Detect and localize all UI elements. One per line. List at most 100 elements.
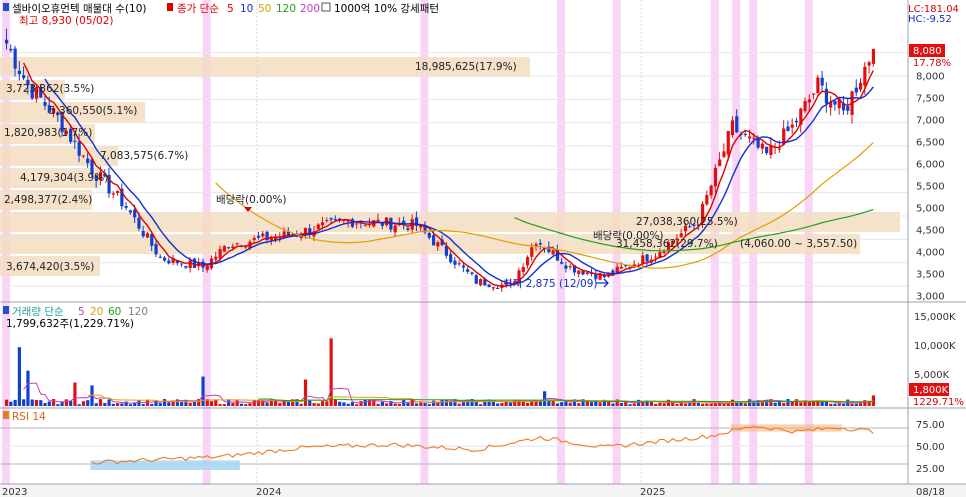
- current-change-label: 17.78%: [913, 58, 951, 69]
- volume-bar: [214, 399, 218, 406]
- candle-body: [436, 242, 440, 247]
- volume-bar: [308, 400, 312, 406]
- volume-bar: [496, 403, 500, 406]
- volume-bar: [248, 403, 252, 406]
- volume-bar: [376, 403, 380, 406]
- candle-body: [496, 287, 500, 289]
- volume-bar: [705, 403, 709, 406]
- candle-body: [859, 82, 863, 90]
- rsi-icon: [3, 411, 9, 419]
- x-label-2024: 2024: [256, 487, 281, 497]
- volume-bar: [709, 403, 713, 406]
- volume-ma-5: 5: [78, 306, 85, 318]
- candle-body: [747, 136, 752, 139]
- candle-body: [427, 232, 431, 238]
- candle-body: [713, 167, 718, 187]
- volume-bar: [619, 402, 624, 406]
- vp-label-1: 18,985,625(17.9%): [415, 61, 517, 73]
- candle-body: [261, 233, 265, 237]
- candle-body: [150, 234, 154, 246]
- volume-bar: [594, 401, 598, 406]
- volume-bar: [589, 402, 594, 406]
- candle-body: [530, 247, 534, 257]
- volume-bar: [51, 399, 56, 406]
- volume-ratio-label: 1229.71%: [913, 397, 964, 408]
- candle-body: [871, 48, 876, 64]
- volume-bar: [560, 402, 564, 406]
- price-tick-3000: 3,000: [916, 291, 945, 302]
- candle-body: [9, 48, 13, 51]
- candle-body: [73, 140, 77, 142]
- volume-bar: [34, 399, 39, 406]
- ma-period-10: 10: [240, 3, 253, 15]
- candle-body: [269, 238, 273, 241]
- volume-bar: [64, 399, 68, 406]
- vp-label-6: 4,179,304(3.9%): [20, 172, 108, 184]
- candle-body: [487, 284, 491, 288]
- volume-bar: [338, 401, 342, 406]
- volume-bar: [508, 402, 513, 406]
- volume-bar: [17, 347, 22, 406]
- volume-bar: [414, 403, 419, 406]
- volume-bar: [103, 402, 107, 406]
- volume-bar: [671, 402, 675, 406]
- candle-body: [709, 185, 713, 196]
- ma-icon: [167, 3, 173, 11]
- volume-bar: [77, 404, 81, 406]
- ma-label: 종가 단순: [177, 3, 219, 15]
- candle-body: [154, 244, 158, 255]
- ma-period-5: 5: [227, 3, 234, 15]
- candle-body: [525, 257, 530, 266]
- volume-bar: [141, 404, 145, 406]
- volume-bar: [56, 404, 60, 406]
- volume-bar: [201, 376, 205, 406]
- candle-body: [705, 195, 709, 205]
- candle-body: [86, 158, 90, 164]
- candle-body: [81, 155, 86, 157]
- candle-body: [205, 266, 209, 270]
- candle-body: [718, 159, 722, 167]
- volume-bar: [598, 402, 602, 406]
- candle-body: [252, 237, 256, 240]
- volume-bar: [26, 370, 30, 406]
- rsi-title: RSI 14: [12, 411, 46, 423]
- candle-body: [329, 218, 333, 220]
- volume-bar: [380, 401, 384, 406]
- candle-body: [752, 137, 756, 139]
- ma-period-200: 200: [300, 3, 320, 15]
- volume-bar: [419, 402, 423, 406]
- candle-body: [641, 255, 645, 264]
- volume-bar: [43, 403, 47, 406]
- candle-body: [13, 48, 17, 69]
- volume-bar: [256, 400, 261, 406]
- candle-body: [432, 235, 436, 246]
- volume-bar: [457, 403, 461, 406]
- candle-body: [406, 228, 410, 230]
- volume-bar: [525, 402, 530, 406]
- candle-body: [863, 66, 867, 86]
- candle-body: [355, 223, 359, 225]
- candle-body: [180, 263, 184, 265]
- candle-body: [662, 251, 666, 253]
- candle-body: [218, 249, 222, 259]
- candle-body: [111, 193, 115, 195]
- candle-body: [743, 133, 747, 135]
- price-tick-7500: 7,500: [916, 94, 945, 105]
- candle-body: [679, 233, 683, 238]
- volume-bar: [393, 403, 397, 406]
- volume-bar: [239, 403, 244, 406]
- candle-body: [124, 205, 128, 208]
- candle-body: [137, 217, 141, 229]
- candle-body: [619, 266, 624, 269]
- candle-body: [807, 99, 811, 103]
- candle-body: [521, 267, 525, 272]
- volume-bar: [666, 399, 671, 406]
- indicator-icon: [321, 2, 331, 12]
- volume-bar: [120, 403, 124, 406]
- candle-body: [141, 230, 145, 237]
- candle-body: [790, 124, 794, 128]
- volume-bar: [111, 403, 115, 406]
- dividend-label-1: 배당락(0.00%): [216, 194, 287, 206]
- candle-body: [645, 254, 649, 262]
- x-label-2025: 2025: [640, 487, 665, 497]
